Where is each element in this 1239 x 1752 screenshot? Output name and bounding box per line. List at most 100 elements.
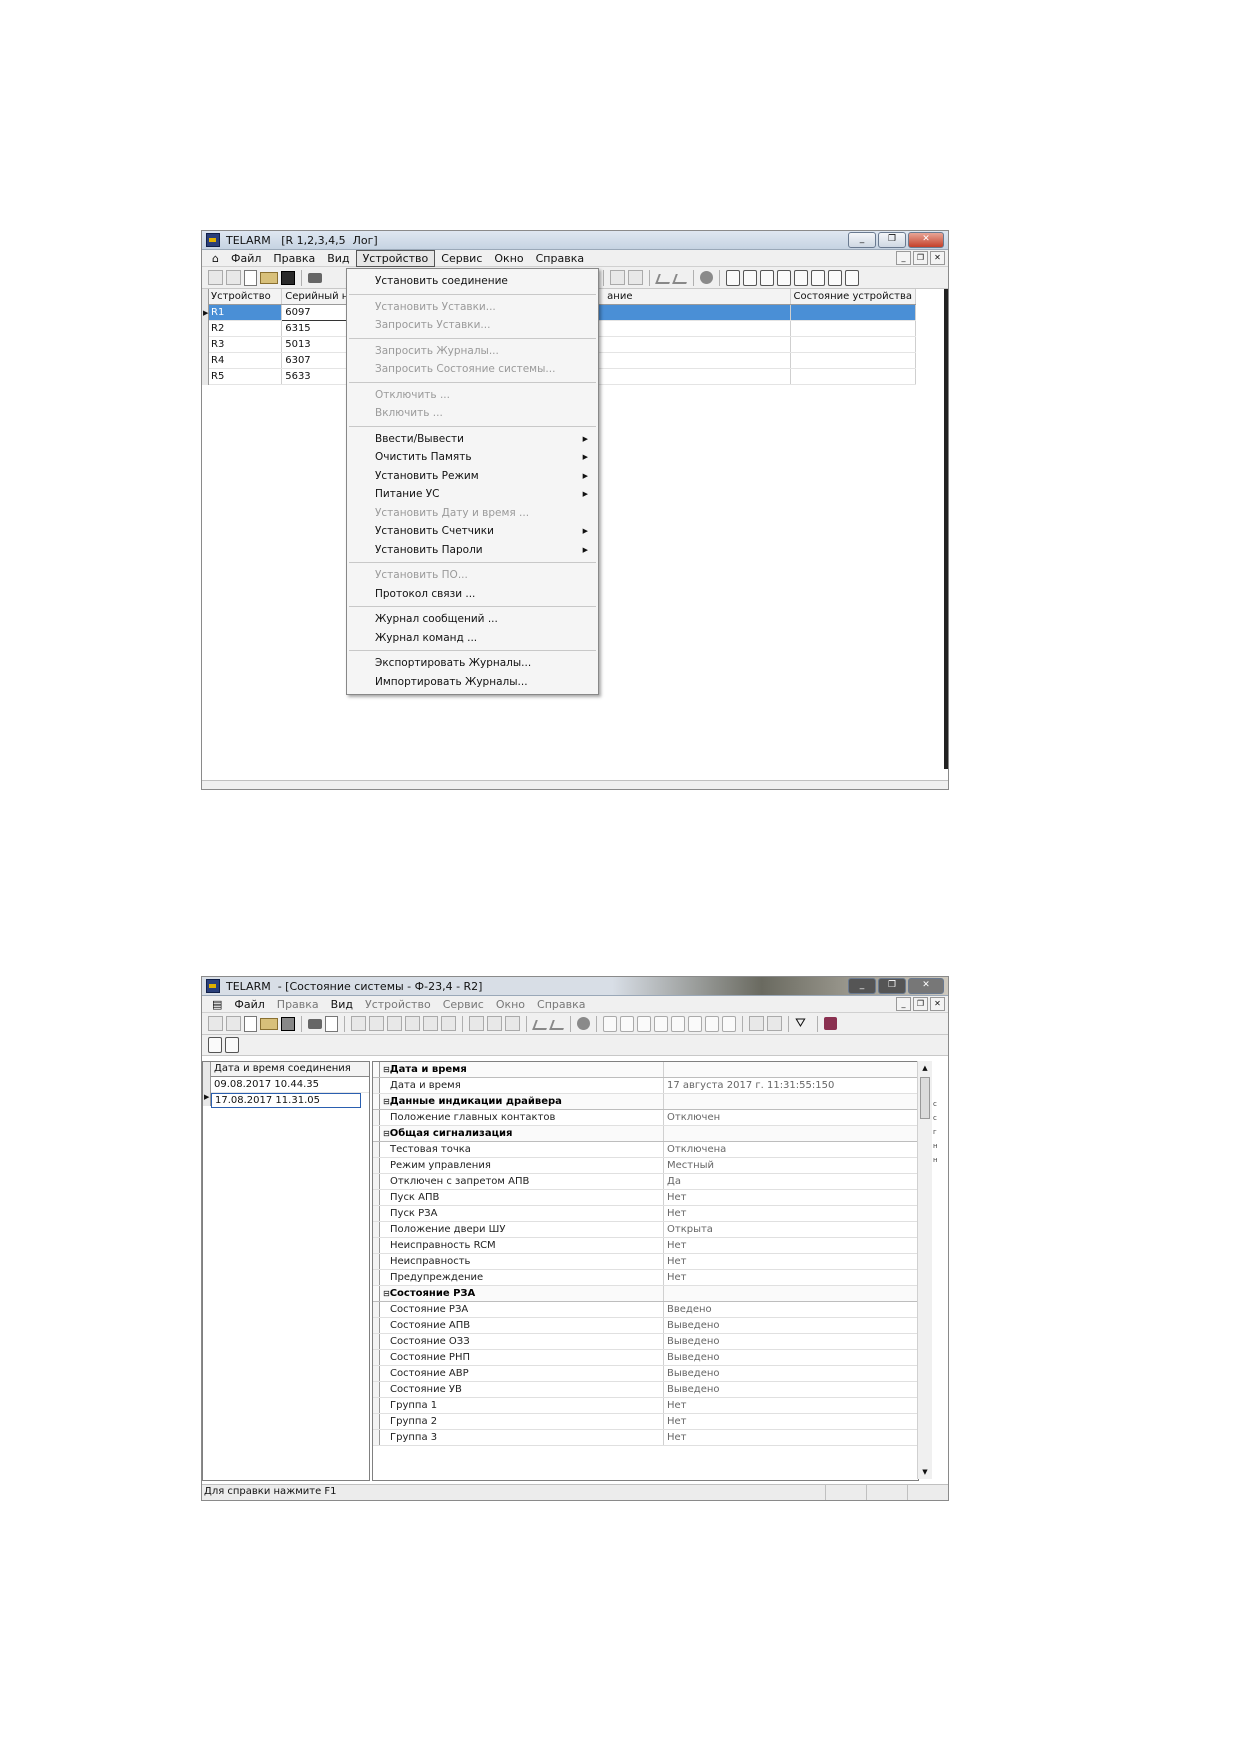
open-folder-icon[interactable] bbox=[260, 271, 278, 284]
state-cell[interactable] bbox=[790, 320, 917, 337]
menu-item[interactable]: Импортировать Журналы... bbox=[347, 673, 598, 692]
property-row[interactable]: Положение двери ШУ Открыта bbox=[373, 1221, 918, 1238]
journal-icon[interactable] bbox=[637, 1015, 651, 1032]
column-header-serial[interactable]: Серийный н bbox=[281, 289, 356, 305]
journal-icon[interactable] bbox=[654, 1015, 668, 1032]
copy-settings-icon[interactable] bbox=[487, 1016, 502, 1031]
menu-file[interactable]: Файл bbox=[228, 997, 270, 1012]
mdi-minimize-button[interactable]: _ bbox=[896, 251, 911, 265]
category-row[interactable]: ⊟Данные индикации драйвера bbox=[373, 1093, 918, 1110]
journal-icon[interactable] bbox=[722, 1015, 736, 1032]
connections-header[interactable]: Дата и время соединения bbox=[211, 1062, 369, 1077]
property-value[interactable]: Выведено bbox=[663, 1365, 918, 1382]
restore-button[interactable]: ❐ bbox=[878, 232, 906, 248]
property-row[interactable]: Дата и время 17 августа 2017 г. 11:31:55:… bbox=[373, 1077, 918, 1094]
disconnect-icon[interactable] bbox=[550, 1017, 564, 1031]
serial-cell[interactable]: 5013 bbox=[281, 336, 356, 353]
device-cell[interactable]: R2 bbox=[208, 320, 283, 337]
menu-window[interactable]: Окно bbox=[488, 251, 529, 266]
paste-settings-icon[interactable] bbox=[628, 270, 643, 285]
menu-item[interactable]: Экспортировать Журналы... bbox=[347, 654, 598, 673]
stop-icon[interactable] bbox=[700, 271, 713, 284]
property-value[interactable] bbox=[663, 1285, 918, 1302]
menu-item[interactable]: Ввести/Вывести ▶ bbox=[347, 430, 598, 449]
menu-edit[interactable]: Правка bbox=[271, 997, 325, 1012]
mdi-restore-button[interactable]: ❐ bbox=[913, 997, 928, 1011]
column-header-device-state[interactable]: Состояние устройства bbox=[790, 289, 917, 305]
scroll-thumb[interactable] bbox=[920, 1077, 930, 1119]
undo-icon[interactable] bbox=[423, 1016, 438, 1031]
property-row[interactable]: Тестовая точка Отключена bbox=[373, 1141, 918, 1158]
copy-settings-icon[interactable] bbox=[610, 270, 625, 285]
print-icon[interactable] bbox=[308, 1018, 322, 1029]
add-group-icon[interactable] bbox=[226, 1016, 241, 1031]
mdi-close-button[interactable]: ✕ bbox=[930, 997, 945, 1011]
journal-icon[interactable] bbox=[603, 1015, 617, 1032]
cut-icon[interactable] bbox=[351, 1016, 366, 1031]
property-value[interactable]: Выведено bbox=[663, 1317, 918, 1334]
mdi-close-button[interactable]: ✕ bbox=[930, 251, 945, 265]
settings-icon[interactable] bbox=[469, 1016, 484, 1031]
add-device-icon[interactable] bbox=[208, 270, 223, 285]
journal-icon[interactable] bbox=[777, 269, 791, 286]
property-row[interactable]: Состояние РЗА Введено bbox=[373, 1301, 918, 1318]
new-document-icon[interactable] bbox=[244, 1015, 257, 1032]
journal-icon[interactable] bbox=[688, 1015, 702, 1032]
menu-item[interactable]: Протокол связи ... bbox=[347, 585, 598, 604]
property-value[interactable]: Выведено bbox=[663, 1349, 918, 1366]
print-icon[interactable] bbox=[308, 272, 322, 283]
serial-cell[interactable]: 6307 bbox=[281, 352, 356, 369]
property-value[interactable]: 17 августа 2017 г. 11:31:55:150 bbox=[663, 1077, 918, 1094]
journal-icon[interactable] bbox=[743, 269, 757, 286]
open-folder-icon[interactable] bbox=[260, 1017, 278, 1030]
delete-icon[interactable] bbox=[405, 1016, 420, 1031]
paste-record-icon[interactable] bbox=[225, 1037, 239, 1053]
property-row[interactable]: Состояние УВ Выведено bbox=[373, 1381, 918, 1398]
connect-icon[interactable] bbox=[533, 1017, 547, 1031]
filter-icon[interactable]: ⛛ bbox=[795, 1016, 811, 1032]
property-row[interactable]: Режим управления Местный bbox=[373, 1157, 918, 1174]
property-row[interactable]: Неисправность RCM Нет bbox=[373, 1237, 918, 1254]
print-preview-icon[interactable] bbox=[325, 1015, 338, 1032]
minimize-button[interactable]: _ bbox=[848, 232, 876, 248]
redo-icon[interactable] bbox=[441, 1016, 456, 1031]
property-value[interactable] bbox=[663, 1062, 918, 1078]
property-row[interactable]: Состояние АВР Выведено bbox=[373, 1365, 918, 1382]
close-button[interactable]: ✕ bbox=[908, 978, 944, 994]
column-header-device[interactable]: Устройство bbox=[208, 289, 283, 305]
state-cell[interactable] bbox=[790, 352, 917, 369]
paste-settings-icon[interactable] bbox=[505, 1016, 520, 1031]
property-value[interactable]: Да bbox=[663, 1173, 918, 1190]
menu-edit[interactable]: Правка bbox=[267, 251, 321, 266]
property-value[interactable]: Отключен bbox=[663, 1109, 918, 1126]
copy-record-icon[interactable] bbox=[208, 1037, 222, 1053]
minimize-button[interactable]: _ bbox=[848, 978, 876, 994]
doc-menu-icon[interactable]: ▤ bbox=[206, 997, 228, 1012]
serial-cell[interactable]: 6315 bbox=[281, 320, 356, 337]
property-row[interactable]: Предупреждение Нет bbox=[373, 1269, 918, 1286]
property-value[interactable]: Отключена bbox=[663, 1141, 918, 1158]
property-value[interactable]: Нет bbox=[663, 1413, 918, 1430]
property-row[interactable]: Отключен с запретом АПВ Да bbox=[373, 1173, 918, 1190]
property-value[interactable]: Нет bbox=[663, 1237, 918, 1254]
property-value[interactable]: Нет bbox=[663, 1205, 918, 1222]
book-icon[interactable] bbox=[824, 1017, 837, 1030]
list-item[interactable]: 17.08.2017 11.31.05 bbox=[211, 1093, 361, 1108]
menu-help[interactable]: Справка bbox=[530, 251, 590, 266]
property-value[interactable] bbox=[663, 1125, 918, 1142]
property-value[interactable]: Нет bbox=[663, 1269, 918, 1286]
property-row[interactable]: Состояние РНП Выведено bbox=[373, 1349, 918, 1366]
menu-item[interactable]: Журнал команд ... bbox=[347, 629, 598, 648]
menu-item[interactable]: Журнал сообщений ... bbox=[347, 610, 598, 629]
mdi-minimize-button[interactable]: _ bbox=[896, 997, 911, 1011]
collapse-icon[interactable]: ⊟ bbox=[383, 1065, 390, 1074]
collapse-icon[interactable]: ⊟ bbox=[383, 1289, 390, 1298]
journal-icon[interactable] bbox=[845, 269, 859, 286]
copy-icon[interactable] bbox=[369, 1016, 384, 1031]
menu-item[interactable]: Питание УС ▶ bbox=[347, 485, 598, 504]
menu-help[interactable]: Справка bbox=[531, 997, 591, 1012]
device-cell[interactable]: R3 bbox=[208, 336, 283, 353]
device-cell[interactable]: R1 bbox=[208, 304, 283, 321]
list-item[interactable]: 09.08.2017 10.44.35 bbox=[211, 1077, 369, 1093]
property-value[interactable] bbox=[663, 1093, 918, 1110]
